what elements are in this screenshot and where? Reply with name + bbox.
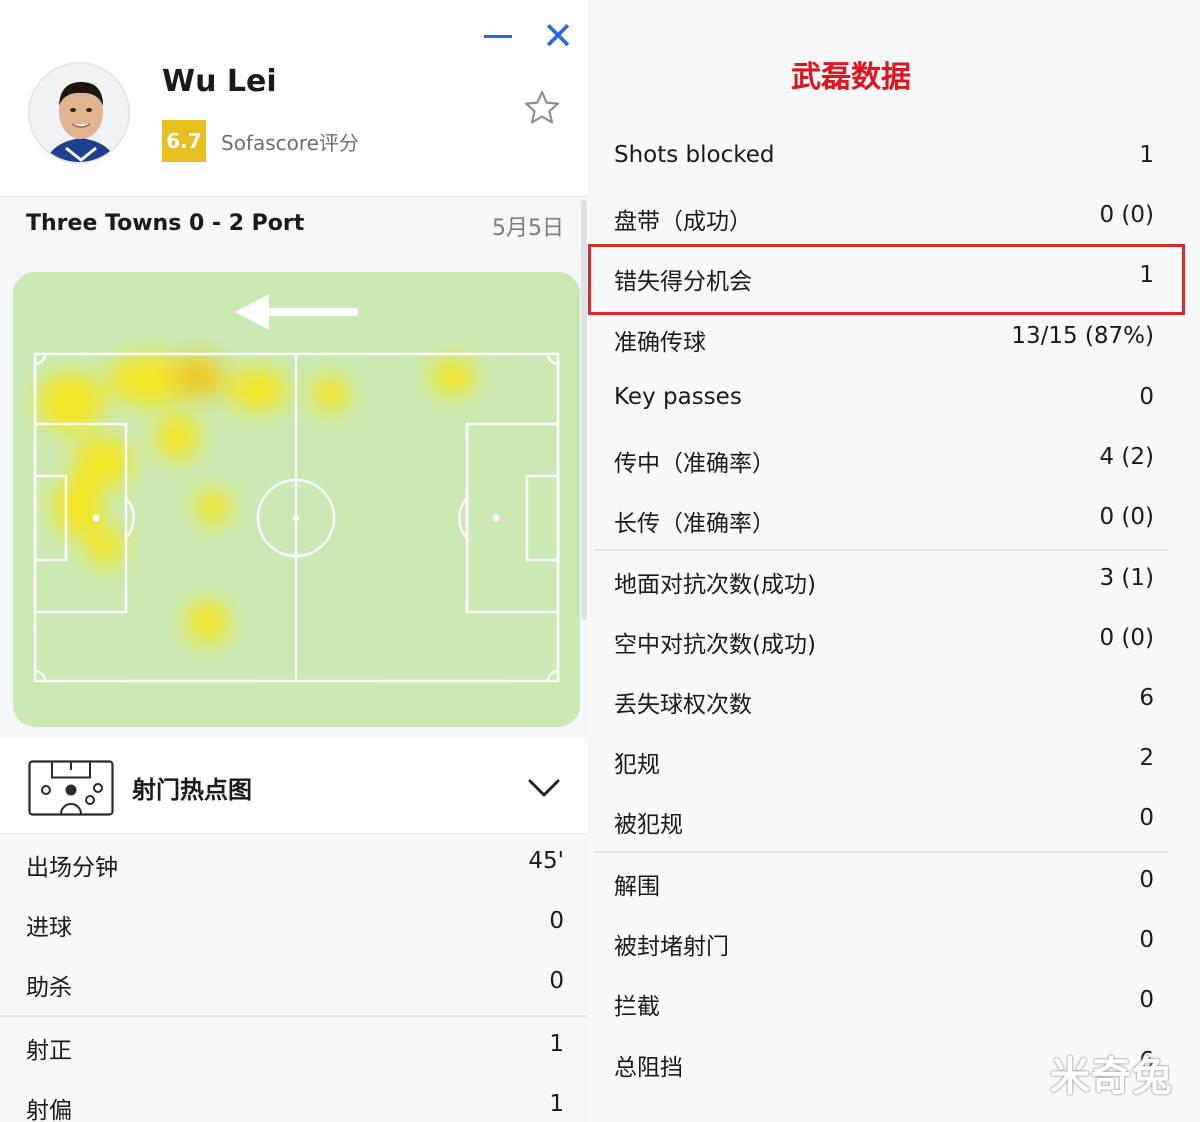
match-title: Three Towns 0 - 2 Port (26, 211, 305, 236)
stat-row-crosses: 传中（准确率） 4 (2) (588, 430, 1178, 490)
shot-map-icon (28, 760, 114, 816)
minimize-button[interactable] (484, 22, 514, 50)
stat-value: 0 (1139, 987, 1154, 1013)
scrollbar[interactable] (581, 200, 587, 620)
stat-label: 被封堵射门 (614, 934, 729, 960)
stat-label: 准确传球 (614, 330, 706, 356)
stat-value: 4 (2) (1099, 444, 1154, 470)
stat-label: 地面对抗次数(成功) (614, 572, 816, 598)
stat-value: 0 (0) (1099, 504, 1154, 530)
stat-value: 3 (1) (1099, 565, 1154, 591)
stats-title: 武磊数据 (791, 60, 911, 95)
stat-label: 出场分钟 (26, 855, 118, 881)
stat-value: 13/15 (87%) (1011, 323, 1154, 349)
player-name: Wu Lei (162, 64, 277, 99)
watermark: 米奇兔 (1050, 1054, 1173, 1100)
stat-value: 0 (1139, 867, 1154, 893)
stat-row-was-fouled: 被犯规 0 (588, 791, 1178, 851)
chevron-down-icon[interactable] (526, 774, 562, 802)
stat-row-ground-duels: 地面对抗次数(成功) 3 (1) (588, 551, 1178, 611)
stat-row-clearances: 解围 0 (588, 853, 1178, 913)
stat-row-possession-lost: 丢失球权次数 6 (588, 671, 1178, 731)
player-header: Wu Lei 6.7 Sofascore评分 ✕ (0, 0, 588, 194)
stat-label: Shots blocked (614, 142, 775, 168)
stat-row-long-balls: 长传（准确率） 0 (0) (588, 490, 1178, 550)
stat-row-accurate-passes: 准确传球 13/15 (87%) (588, 309, 1178, 369)
stat-value: 0 (0) (1099, 625, 1154, 651)
stat-row-assists: 助杀 0 (0, 954, 588, 1014)
stat-label: 空中对抗次数(成功) (614, 632, 816, 658)
stat-value: 1 (549, 1031, 564, 1057)
stat-value: 0 (549, 908, 564, 934)
heatmap-section (0, 252, 588, 738)
stat-label: 被犯规 (614, 812, 683, 838)
rating-label: Sofascore评分 (221, 131, 359, 155)
stat-row-minutes: 出场分钟 45' (0, 834, 588, 894)
stat-label: Key passes (614, 384, 742, 410)
stat-row-shots-off-target: 射偏 1 (0, 1077, 588, 1122)
stat-value: 0 (549, 968, 564, 994)
stat-value: 0 (1139, 927, 1154, 953)
stats-panel: 武磊数据 Shots blocked 1 盘带（成功） 0 (0) 错失得分机会… (588, 0, 1200, 1122)
stat-label: 拦截 (614, 994, 660, 1020)
close-button[interactable]: ✕ (540, 17, 576, 55)
stat-label: 射偏 (26, 1098, 72, 1122)
stat-value: 0 (1139, 384, 1154, 410)
stat-label: 射正 (26, 1038, 72, 1064)
favorite-star-icon[interactable] (522, 88, 562, 128)
player-panel: Wu Lei 6.7 Sofascore评分 ✕ Three Towns 0 -… (0, 0, 588, 1122)
stat-row-shots-on-target: 射正 1 (0, 1017, 588, 1077)
stat-value: 0 (1139, 805, 1154, 831)
stat-label: 进球 (26, 915, 72, 941)
stat-label: 丢失球权次数 (614, 692, 752, 718)
match-date: 5月5日 (492, 216, 564, 241)
heatmap-pitch (13, 272, 580, 727)
stat-row-blocked-shots: 被封堵射门 0 (588, 913, 1178, 973)
stat-row-aerial-duels: 空中对抗次数(成功) 0 (0) (588, 611, 1178, 671)
attack-direction-arrow-icon (235, 294, 358, 330)
stat-row-fouls: 犯规 2 (588, 731, 1178, 791)
shot-map-toggle[interactable]: 射门热点图 (0, 738, 588, 834)
stat-value: 6 (1139, 685, 1154, 711)
stat-value: 1 (549, 1091, 564, 1117)
rating-badge: 6.7 (162, 120, 206, 162)
stat-label: 传中（准确率） (614, 451, 775, 477)
player-avatar (28, 62, 130, 164)
stat-value: 45' (528, 848, 564, 874)
heat-blobs (37, 354, 477, 644)
stat-label: 犯规 (614, 752, 660, 778)
shot-map-label: 射门热点图 (132, 776, 252, 804)
stat-row-goals: 进球 0 (0, 894, 588, 954)
highlight-box (588, 244, 1185, 315)
stat-label: 解围 (614, 874, 660, 900)
stat-label: 盘带（成功） (614, 209, 752, 235)
stat-row-shots-blocked: Shots blocked 1 (588, 128, 1178, 188)
stat-value: 1 (1139, 142, 1154, 168)
stat-value: 0 (0) (1099, 202, 1154, 228)
stat-row-interceptions: 拦截 0 (588, 973, 1178, 1033)
stat-label: 长传（准确率） (614, 511, 775, 537)
stat-row-dribbles: 盘带（成功） 0 (0) (588, 188, 1178, 248)
stat-row-key-passes: Key passes 0 (588, 370, 1178, 430)
stat-value: 2 (1139, 745, 1154, 771)
stat-label: 总阻挡 (614, 1055, 683, 1081)
match-header[interactable]: Three Towns 0 - 2 Port 5月5日 (0, 196, 588, 252)
stat-label: 助杀 (26, 975, 72, 1001)
